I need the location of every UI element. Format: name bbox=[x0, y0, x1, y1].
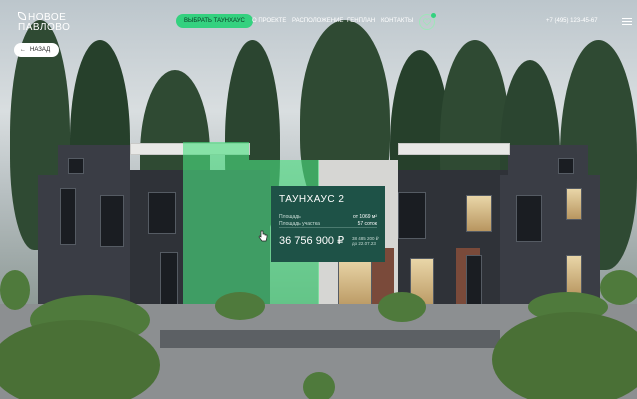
heart-icon bbox=[423, 18, 431, 26]
area-label: Площадь bbox=[279, 214, 301, 220]
shrub bbox=[600, 270, 637, 305]
roof-canopy bbox=[398, 143, 510, 155]
price: 36 756 900 ₽ bbox=[279, 235, 345, 247]
logo-line2: ПАВЛОВО bbox=[18, 22, 71, 33]
courtyard-steps bbox=[160, 330, 500, 348]
phone-number[interactable]: +7 (495) 123-45-67 bbox=[546, 14, 598, 28]
logo[interactable]: НОВОЕ ПАВЛОВО bbox=[18, 12, 70, 33]
window bbox=[60, 188, 76, 245]
window bbox=[398, 192, 426, 239]
nav-masterplan[interactable]: ГЕНПЛАН bbox=[347, 14, 375, 28]
window bbox=[516, 195, 542, 242]
shrub bbox=[378, 292, 426, 322]
area-value: от 1069 м² bbox=[353, 214, 377, 220]
nav-contacts[interactable]: КОНТАКТЫ bbox=[381, 14, 413, 28]
shrub bbox=[215, 292, 265, 320]
window bbox=[566, 255, 582, 297]
favorites-badge bbox=[431, 13, 436, 18]
card-title: ТАУНХАУС 2 bbox=[279, 194, 345, 205]
divider bbox=[279, 227, 377, 228]
nav-about[interactable]: О ПРОЕКТЕ bbox=[252, 14, 286, 28]
window bbox=[160, 252, 178, 309]
window bbox=[100, 195, 124, 247]
leaf-icon bbox=[18, 12, 26, 20]
window bbox=[68, 158, 84, 174]
arrow-left-icon: ← bbox=[20, 47, 26, 53]
site-header: НОВОЕ ПАВЛОВО ВЫБРАТЬ ТАУНХАУС О ПРОЕКТЕ… bbox=[0, 10, 637, 34]
favorites-button[interactable] bbox=[419, 13, 436, 30]
window bbox=[466, 255, 482, 307]
townhouse-info-card[interactable]: ТАУНХАУС 2 Площадь от 1069 м² Площадь уч… bbox=[271, 186, 385, 262]
hamburger-icon[interactable] bbox=[622, 18, 632, 27]
back-button[interactable]: ← НАЗАД bbox=[14, 43, 60, 57]
hand-cursor-icon bbox=[258, 230, 268, 242]
choose-townhouse-button[interactable]: ВЫБРАТЬ ТАУНХАУС bbox=[176, 14, 253, 28]
townhouse-2-highlight[interactable] bbox=[183, 142, 249, 313]
window bbox=[466, 195, 492, 232]
old-price-date: до 22.07.23 bbox=[352, 241, 376, 246]
shrub bbox=[0, 270, 30, 310]
window bbox=[148, 192, 176, 234]
area-row: Площадь от 1069 м² bbox=[279, 214, 377, 220]
old-price: 38 485 200 ₽ до 22.07.23 bbox=[352, 236, 379, 246]
house-center bbox=[385, 170, 510, 310]
shrub bbox=[303, 372, 335, 399]
house-right-tower bbox=[508, 145, 588, 180]
nav-location[interactable]: РАСПОЛОЖЕНИЕ bbox=[292, 14, 343, 28]
house-right-block bbox=[500, 175, 600, 310]
townhouse-render: НОВОЕ ПАВЛОВО ВЫБРАТЬ ТАУНХАУС О ПРОЕКТЕ… bbox=[0, 0, 637, 399]
window bbox=[558, 158, 574, 174]
back-label: НАЗАД bbox=[30, 47, 51, 53]
window bbox=[338, 258, 372, 310]
window bbox=[566, 188, 582, 220]
